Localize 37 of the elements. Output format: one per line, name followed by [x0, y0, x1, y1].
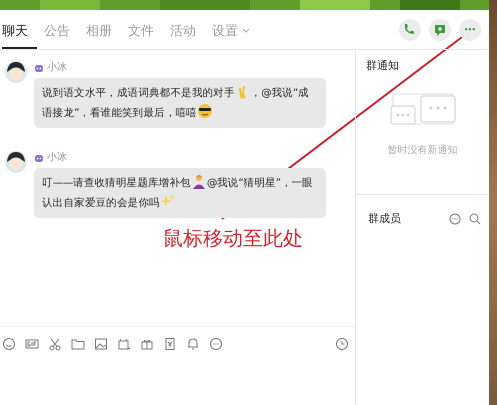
- search-icon[interactable]: [469, 213, 481, 226]
- gif-icon[interactable]: [25, 336, 39, 350]
- sender-name: 小冰: [47, 150, 67, 165]
- screen-icon[interactable]: [117, 336, 131, 350]
- yuan-card-icon[interactable]: [163, 336, 177, 350]
- tab[interactable]: 相册: [86, 10, 121, 49]
- tab[interactable]: 聊天: [2, 10, 37, 49]
- emoji-icon: [190, 173, 207, 189]
- empty-message: 暂时没有新通知: [386, 144, 458, 158]
- section-title: 群成员: [367, 211, 401, 227]
- chat-icon[interactable]: [449, 213, 461, 226]
- folder-icon[interactable]: [71, 336, 85, 350]
- tab[interactable]: 公告: [44, 10, 79, 49]
- image-icon[interactable]: [94, 336, 108, 350]
- robot-icon: [34, 62, 44, 72]
- emoji-icon: [160, 193, 176, 209]
- sender-name: 小冰: [47, 60, 67, 75]
- avatar-icon[interactable]: [4, 150, 28, 174]
- tab[interactable]: 文件: [128, 10, 163, 49]
- more-icon[interactable]: [209, 336, 223, 350]
- annotation-text: 鼠标移动至此处: [163, 225, 303, 252]
- tab[interactable]: 设置: [212, 10, 260, 49]
- phone-button[interactable]: [399, 18, 421, 40]
- more-icon: [465, 28, 475, 31]
- message-bubble: 叮——请查收猜明星题库增补包 @我说“猜明星”，一眼认出自家爱豆的会是你吗: [34, 168, 326, 218]
- add-message-button[interactable]: [429, 18, 451, 40]
- scissors-icon[interactable]: [48, 336, 62, 350]
- history-icon[interactable]: [335, 336, 349, 350]
- robot-icon: [34, 152, 44, 162]
- avatar-icon[interactable]: [4, 60, 28, 84]
- smiley-icon[interactable]: [2, 336, 16, 350]
- more-button[interactable]: [459, 18, 481, 40]
- section-title: 群通知: [366, 58, 400, 74]
- tab[interactable]: 活动: [170, 10, 205, 49]
- message-bubble: 说到语文水平，成语词典都不是我的对手 ，@我说“成语接龙”，看谁能笑到最后，嘻嘻: [34, 78, 326, 128]
- emoji-icon: [196, 103, 213, 119]
- bell-icon[interactable]: [186, 336, 200, 350]
